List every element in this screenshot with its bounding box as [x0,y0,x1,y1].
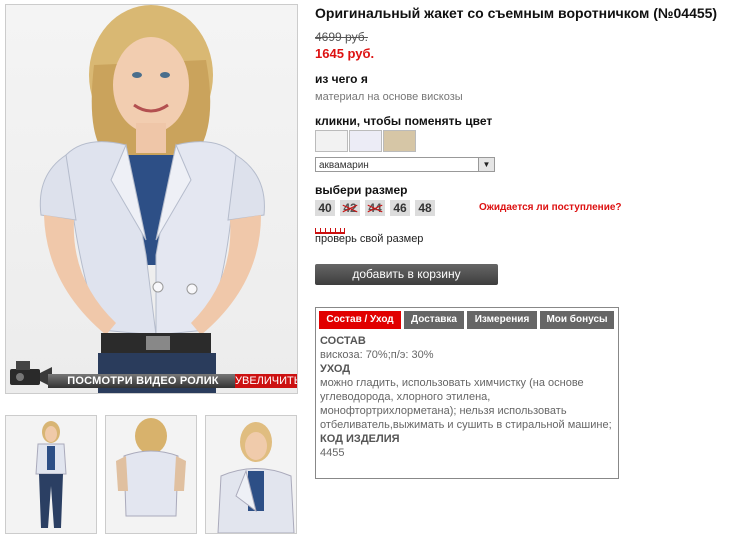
tab-delivery[interactable]: Доставка [404,311,464,329]
main-product-photo[interactable]: ПОСМОТРИ ВИДЕО РОЛИК УВЕЛИЧИТЬ [5,4,298,394]
check-size-link[interactable]: проверь свой размер [315,233,423,245]
model-photo-illustration [39,5,265,393]
size-option-44[interactable]: 44 [365,200,385,216]
thumbnail-back[interactable] [105,415,197,534]
tab-composition[interactable]: Состав / Уход [319,311,401,329]
care-text: можно гладить, использовать химчистку (н… [320,377,612,431]
care-heading: УХОД [320,363,351,375]
size-option-48[interactable]: 48 [415,200,435,216]
notify-availability-link[interactable]: Ожидается ли поступление? [479,202,622,213]
watch-video-link[interactable]: ПОСМОТРИ ВИДЕО РОЛИК [48,374,238,388]
thumbnail-closeup[interactable] [205,415,297,534]
size-option-42[interactable]: 42 [340,200,360,216]
tab-bonuses[interactable]: Мои бонусы [540,311,614,329]
color-swatch-white[interactable] [315,130,348,152]
composition-text: вискоза: 70%;п/э: 30% [320,349,434,361]
old-price: 4699 руб. [315,30,368,44]
color-swatch-beige[interactable] [383,130,416,152]
size-heading: выбери размер [315,183,408,197]
size-option-46[interactable]: 46 [390,200,410,216]
material-heading: из чего я [315,72,368,86]
zoom-button[interactable]: УВЕЛИЧИТЬ [235,374,297,388]
product-title: Оригинальный жакет со съемным воротничко… [315,5,718,21]
material-text: материал на основе вискозы [315,91,463,103]
chevron-down-icon[interactable]: ▼ [478,158,494,171]
size-option-40[interactable]: 40 [315,200,335,216]
composition-heading: СОСТАВ [320,335,366,347]
code-heading: КОД ИЗДЕЛИЯ [320,433,400,445]
product-info-tabs: Состав / Уход Доставка Измерения Мои бон… [315,307,619,479]
new-price: 1645 руб. [315,46,375,61]
color-heading: кликни, чтобы поменять цвет [315,114,493,128]
thumbnail-back-image [116,418,186,517]
tab-panel: СОСТАВ вискоза: 70%;п/э: 30% УХОД можно … [320,334,614,460]
color-select[interactable]: аквамарин ▼ [315,157,495,172]
thumbnail-front-image [35,421,67,528]
video-bar: ПОСМОТРИ ВИДЕО РОЛИК УВЕЛИЧИТЬ [6,361,297,393]
thumbnail-front[interactable] [5,415,97,534]
code-value: 4455 [320,447,345,459]
tab-measurements[interactable]: Измерения [467,311,537,329]
color-select-value: аквамарин [319,160,369,171]
color-swatch-lavender[interactable] [349,130,382,152]
add-to-cart-button[interactable]: добавить в корзину [315,264,498,285]
thumbnail-closeup-image [217,422,295,533]
